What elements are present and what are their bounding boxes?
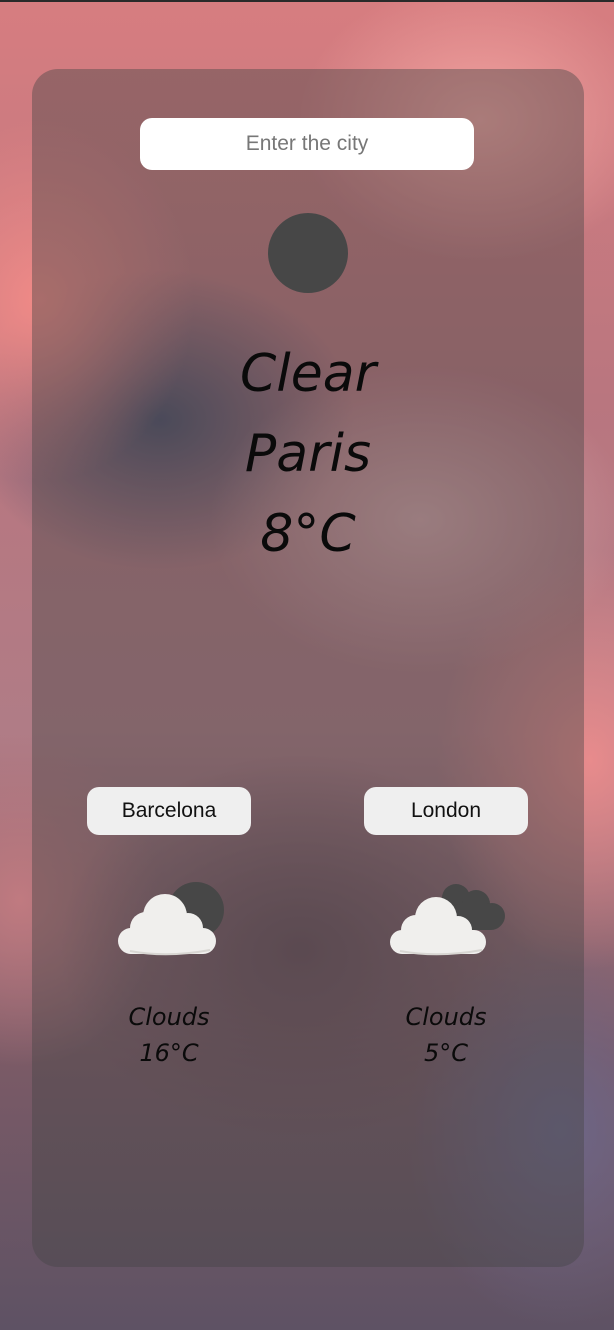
city-button-london[interactable]: London bbox=[364, 787, 528, 835]
top-border bbox=[0, 0, 614, 2]
london-temperature: 5°C bbox=[423, 1039, 469, 1067]
city-search-input[interactable] bbox=[140, 118, 474, 170]
current-temperature: 8°C bbox=[260, 504, 356, 564]
clear-night-icon bbox=[268, 213, 348, 293]
barcelona-condition: Clouds bbox=[128, 1003, 210, 1031]
current-city: Paris bbox=[244, 424, 372, 484]
cloud-moon-icon bbox=[118, 882, 224, 956]
city-button-barcelona[interactable]: Barcelona bbox=[87, 787, 251, 835]
clouds-icon bbox=[390, 884, 505, 956]
barcelona-temperature: 16°C bbox=[139, 1039, 199, 1067]
current-condition: Clear bbox=[240, 344, 376, 404]
london-condition: Clouds bbox=[405, 1003, 487, 1031]
